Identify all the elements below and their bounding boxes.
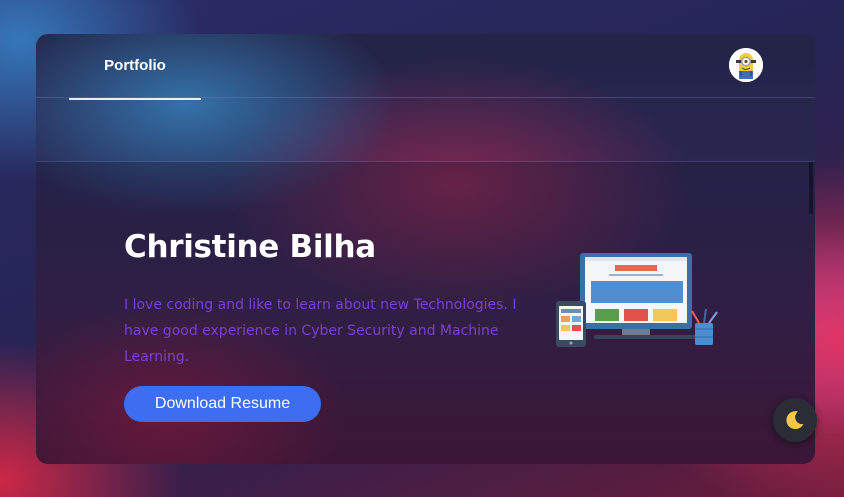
theme-toggle-button[interactable] [773, 398, 817, 442]
scrollbar-thumb[interactable] [809, 162, 813, 214]
download-resume-button[interactable]: Download Resume [124, 386, 321, 422]
navbar: Portfolio [36, 34, 815, 98]
web-design-illustration [554, 251, 724, 351]
nav-brand-portfolio[interactable]: Portfolio [69, 34, 201, 97]
hero-name: Christine Bilha [124, 229, 376, 265]
hero-description: I love coding and like to learn about ne… [124, 297, 517, 365]
minion-avatar-icon [729, 48, 763, 82]
avatar[interactable] [729, 48, 763, 82]
portfolio-card: Portfolio Christine Bilha I love coding … [36, 34, 815, 464]
moon-icon [786, 411, 804, 430]
active-tab-indicator [69, 98, 201, 100]
devices-illustration-icon [556, 253, 718, 347]
